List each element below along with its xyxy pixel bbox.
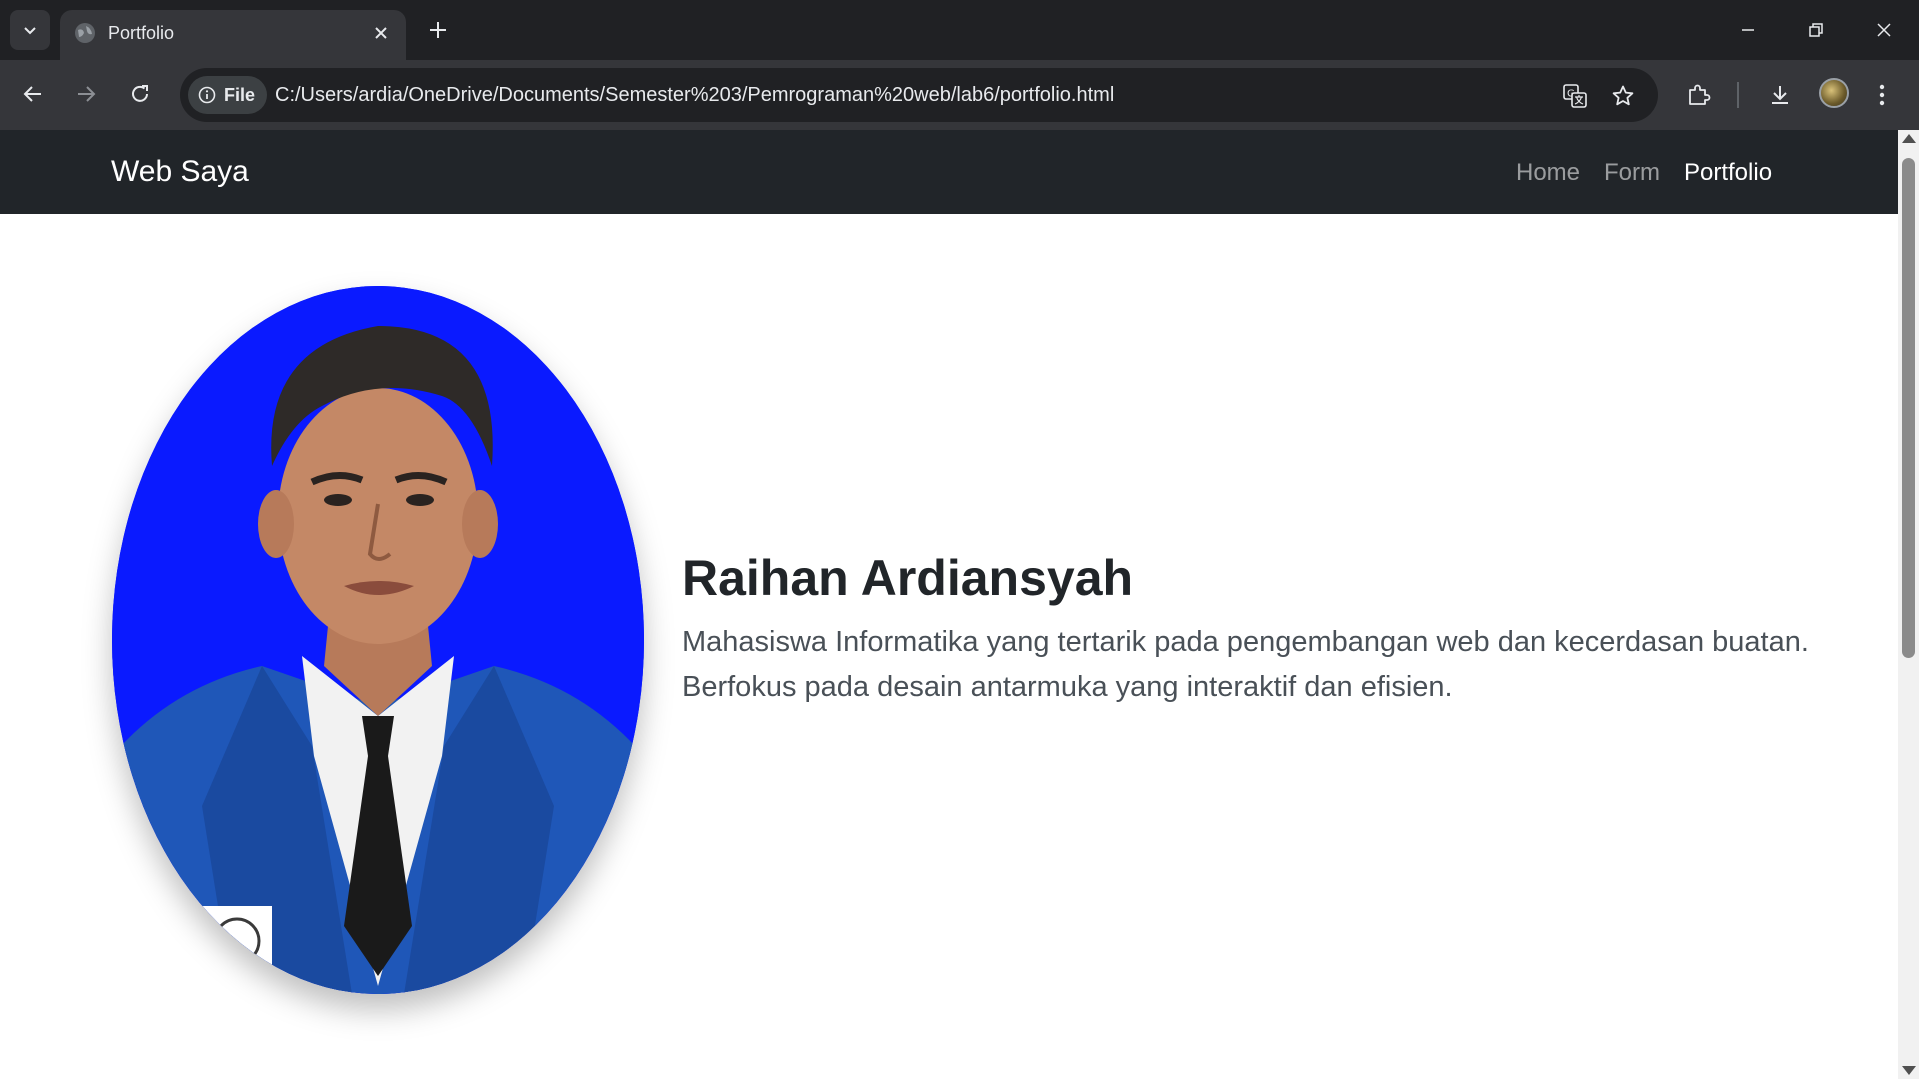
- browser-menu-button[interactable]: [1868, 75, 1896, 115]
- scroll-down-arrow[interactable]: [1902, 1066, 1916, 1075]
- restore-button[interactable]: [1782, 0, 1850, 60]
- downloads-button[interactable]: [1760, 75, 1800, 115]
- scrollbar-thumb[interactable]: [1902, 158, 1915, 658]
- plus-icon: [430, 22, 446, 38]
- arrow-left-icon: [23, 86, 41, 102]
- arrow-right-icon: [78, 86, 96, 102]
- forward-button[interactable]: [66, 74, 106, 114]
- toolbar-separator: [1737, 82, 1739, 108]
- minimize-button[interactable]: [1714, 0, 1782, 60]
- extensions-button[interactable]: [1679, 75, 1719, 115]
- close-icon: [1877, 23, 1891, 37]
- star-icon: [1612, 85, 1634, 106]
- chevron-down-icon: [24, 27, 36, 35]
- site-brand[interactable]: Web Saya: [111, 154, 249, 190]
- restore-icon: [1809, 23, 1823, 37]
- browser-tab[interactable]: Portfolio: [60, 10, 406, 60]
- info-icon: [198, 86, 216, 104]
- nav-link-portfolio[interactable]: Portfolio: [1684, 158, 1772, 188]
- hero-description: Mahasiswa Informatika yang tertarik pada…: [682, 626, 1809, 703]
- reload-button[interactable]: [120, 74, 160, 114]
- reload-icon: [132, 85, 148, 102]
- more-vert-icon: [1879, 84, 1885, 106]
- download-icon: [1772, 86, 1788, 104]
- profile-photo: [112, 286, 644, 994]
- url-text[interactable]: C:/Users/ardia/OneDrive/Documents/Semest…: [275, 83, 1114, 107]
- tab-title: Portfolio: [108, 23, 175, 43]
- translate-button[interactable]: G: [1558, 79, 1592, 113]
- site-info-chip[interactable]: File: [188, 76, 268, 114]
- tab-close-button[interactable]: [366, 18, 396, 48]
- page-scrollbar[interactable]: [1898, 130, 1919, 1079]
- tab-search-button[interactable]: [10, 10, 50, 50]
- back-button[interactable]: [13, 74, 53, 114]
- bookmark-button[interactable]: [1606, 79, 1640, 113]
- profile-photo-illustration: [112, 286, 644, 994]
- browser-titlebar: Portfolio: [0, 0, 1919, 60]
- hero-name: Raihan Ardiansyah: [682, 550, 1134, 606]
- new-tab-button[interactable]: [418, 12, 458, 48]
- scroll-up-arrow[interactable]: [1902, 134, 1916, 143]
- translate-icon: G: [1563, 84, 1587, 108]
- address-bar[interactable]: File C:/Users/ardia/OneDrive/Documents/S…: [180, 68, 1658, 122]
- browser-toolbar: File C:/Users/ardia/OneDrive/Documents/S…: [0, 60, 1919, 130]
- nav-link-home[interactable]: Home: [1516, 158, 1580, 188]
- nav-link-form[interactable]: Form: [1604, 158, 1660, 188]
- page-viewport: Web Saya Home Form Portfolio Raihan Ardi…: [0, 130, 1898, 1079]
- close-icon: [375, 27, 387, 39]
- profile-avatar[interactable]: [1819, 78, 1849, 108]
- url-scheme-label: File: [224, 84, 256, 105]
- close-window-button[interactable]: [1850, 0, 1918, 60]
- minimize-icon: [1742, 29, 1754, 31]
- site-navbar: Web Saya Home Form Portfolio: [0, 130, 1898, 214]
- puzzle-icon: [1689, 84, 1711, 105]
- globe-icon: [75, 23, 95, 43]
